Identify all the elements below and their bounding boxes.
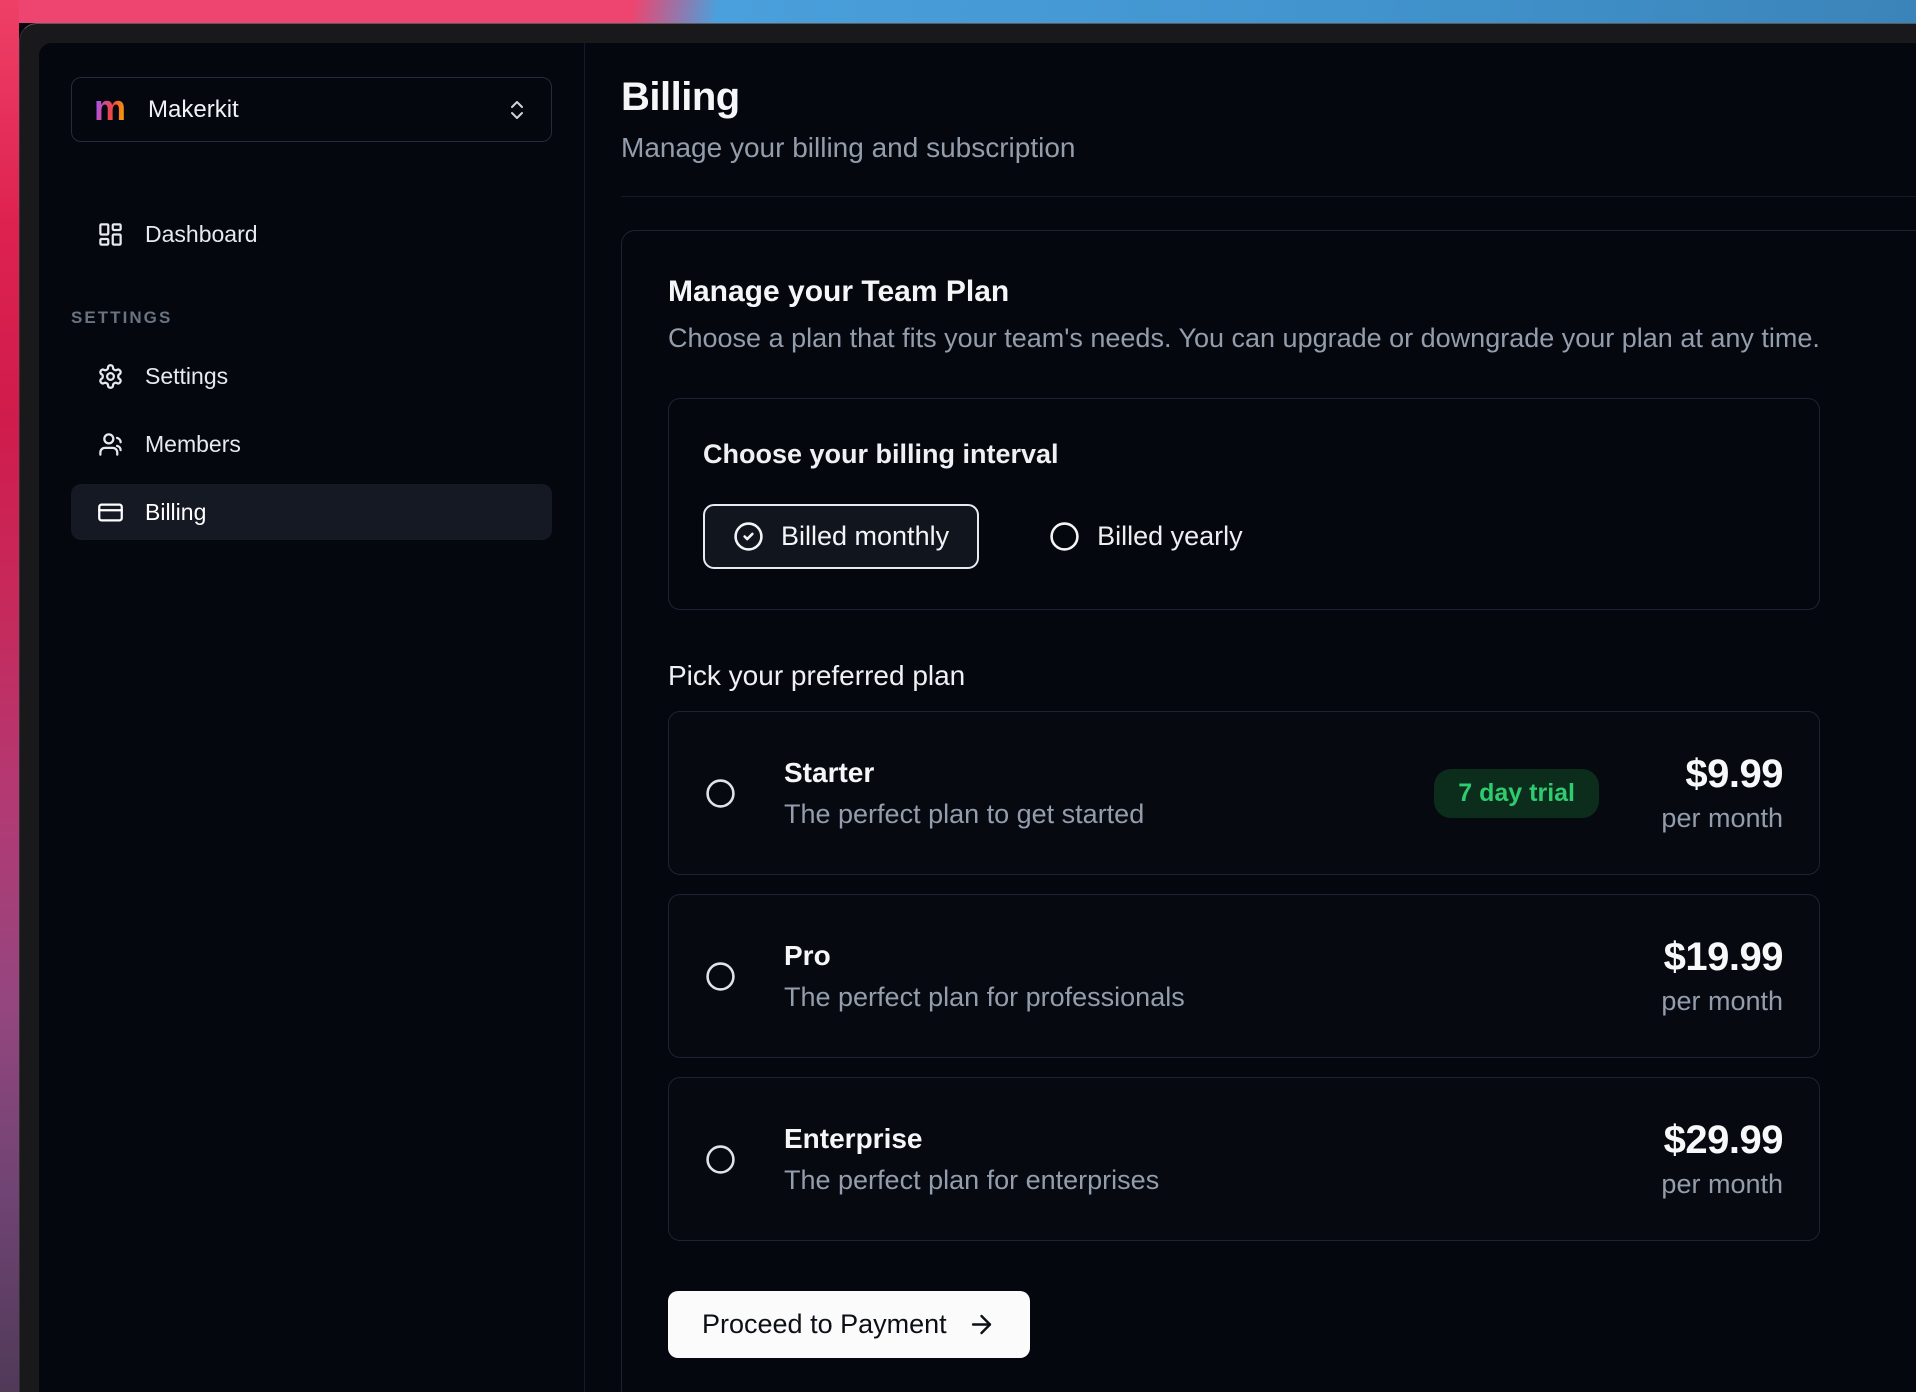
team-plan-card: Manage your Team Plan Choose a plan that… [621,230,1916,1392]
gear-icon [97,363,124,390]
plan-info: Starter The perfect plan to get started [784,757,1434,830]
billing-interval-options: Billed monthly Billed yearly [703,504,1785,569]
radio-unchecked-icon[interactable] [705,961,736,992]
plan-description: The perfect plan to get started [784,799,1434,830]
desktop-wallpaper-top [0,0,1916,23]
plan-right: 7 day trial $9.99 per month [1434,752,1783,834]
sidebar-item-label: Billing [145,499,206,526]
plan-name: Starter [784,757,1434,789]
sidebar-item-label: Dashboard [145,221,258,248]
radio-unchecked-icon [1049,521,1080,552]
sidebar-item-settings[interactable]: Settings [71,348,552,404]
billing-interval-box: Choose your billing interval Billed mont… [668,398,1820,610]
plans-section-label: Pick your preferred plan [668,660,1916,692]
trial-badge: 7 day trial [1434,769,1599,818]
billed-monthly-label: Billed monthly [781,521,949,552]
sidebar-nav: Dashboard SETTINGS Settings Members Bill… [71,206,552,540]
plan-right: $29.99 per month [1643,1118,1783,1200]
proceed-to-payment-label: Proceed to Payment [702,1309,947,1340]
card-subtitle: Choose a plan that fits your team's need… [668,323,1916,354]
sidebar-item-billing[interactable]: Billing [71,484,552,540]
sidebar-section-settings: SETTINGS [71,308,552,328]
credit-card-icon [97,499,124,526]
billed-monthly-option[interactable]: Billed monthly [703,504,979,569]
app-content: m Makerkit Dashboard SETTINGS Settings [39,43,1916,1392]
card-title: Manage your Team Plan [668,275,1916,309]
sidebar-item-label: Settings [145,363,228,390]
plan-price-block: $29.99 per month [1643,1118,1783,1200]
plan-price: $29.99 [1643,1118,1783,1163]
page-header: Billing Manage your billing and subscrip… [621,75,1916,197]
radio-unchecked-icon[interactable] [705,778,736,809]
main-content: Billing Manage your billing and subscrip… [585,43,1916,1392]
plan-right: $19.99 per month [1643,935,1783,1017]
sidebar-item-members[interactable]: Members [71,416,552,472]
desktop-wallpaper-left [0,0,19,1392]
sidebar-item-label: Members [145,431,241,458]
plan-row-starter[interactable]: Starter The perfect plan to get started … [668,711,1820,875]
plan-info: Enterprise The perfect plan for enterpri… [784,1123,1643,1196]
radio-unchecked-icon[interactable] [705,1144,736,1175]
page-title: Billing [621,75,1880,120]
plan-price-block: $19.99 per month [1643,935,1783,1017]
billed-yearly-label: Billed yearly [1097,521,1243,552]
plan-period: per month [1643,986,1783,1017]
billed-yearly-option[interactable]: Billed yearly [1049,521,1243,552]
page-subtitle: Manage your billing and subscription [621,132,1880,164]
sidebar-item-dashboard[interactable]: Dashboard [71,206,552,262]
plan-period: per month [1643,1169,1783,1200]
workspace-name: Makerkit [148,96,505,124]
plan-name: Enterprise [784,1123,1643,1155]
plan-description: The perfect plan for professionals [784,982,1643,1013]
users-icon [97,431,124,458]
plan-price: $9.99 [1643,752,1783,797]
circle-check-icon [733,521,764,552]
plan-name: Pro [784,940,1643,972]
workspace-selector[interactable]: m Makerkit [71,77,552,142]
plan-price: $19.99 [1643,935,1783,980]
proceed-to-payment-button[interactable]: Proceed to Payment [668,1291,1030,1358]
plan-period: per month [1643,803,1783,834]
arrow-right-icon [967,1310,996,1339]
app-window: m Makerkit Dashboard SETTINGS Settings [19,23,1916,1392]
plan-info: Pro The perfect plan for professionals [784,940,1643,1013]
plan-row-enterprise[interactable]: Enterprise The perfect plan for enterpri… [668,1077,1820,1241]
sidebar: m Makerkit Dashboard SETTINGS Settings [39,43,585,1392]
billing-interval-label: Choose your billing interval [703,439,1785,470]
makerkit-logo: m [94,90,126,126]
layout-dashboard-icon [97,221,124,248]
plan-description: The perfect plan for enterprises [784,1165,1643,1196]
plan-price-block: $9.99 per month [1643,752,1783,834]
plan-row-pro[interactable]: Pro The perfect plan for professionals $… [668,894,1820,1058]
chevrons-up-down-icon [505,98,529,122]
